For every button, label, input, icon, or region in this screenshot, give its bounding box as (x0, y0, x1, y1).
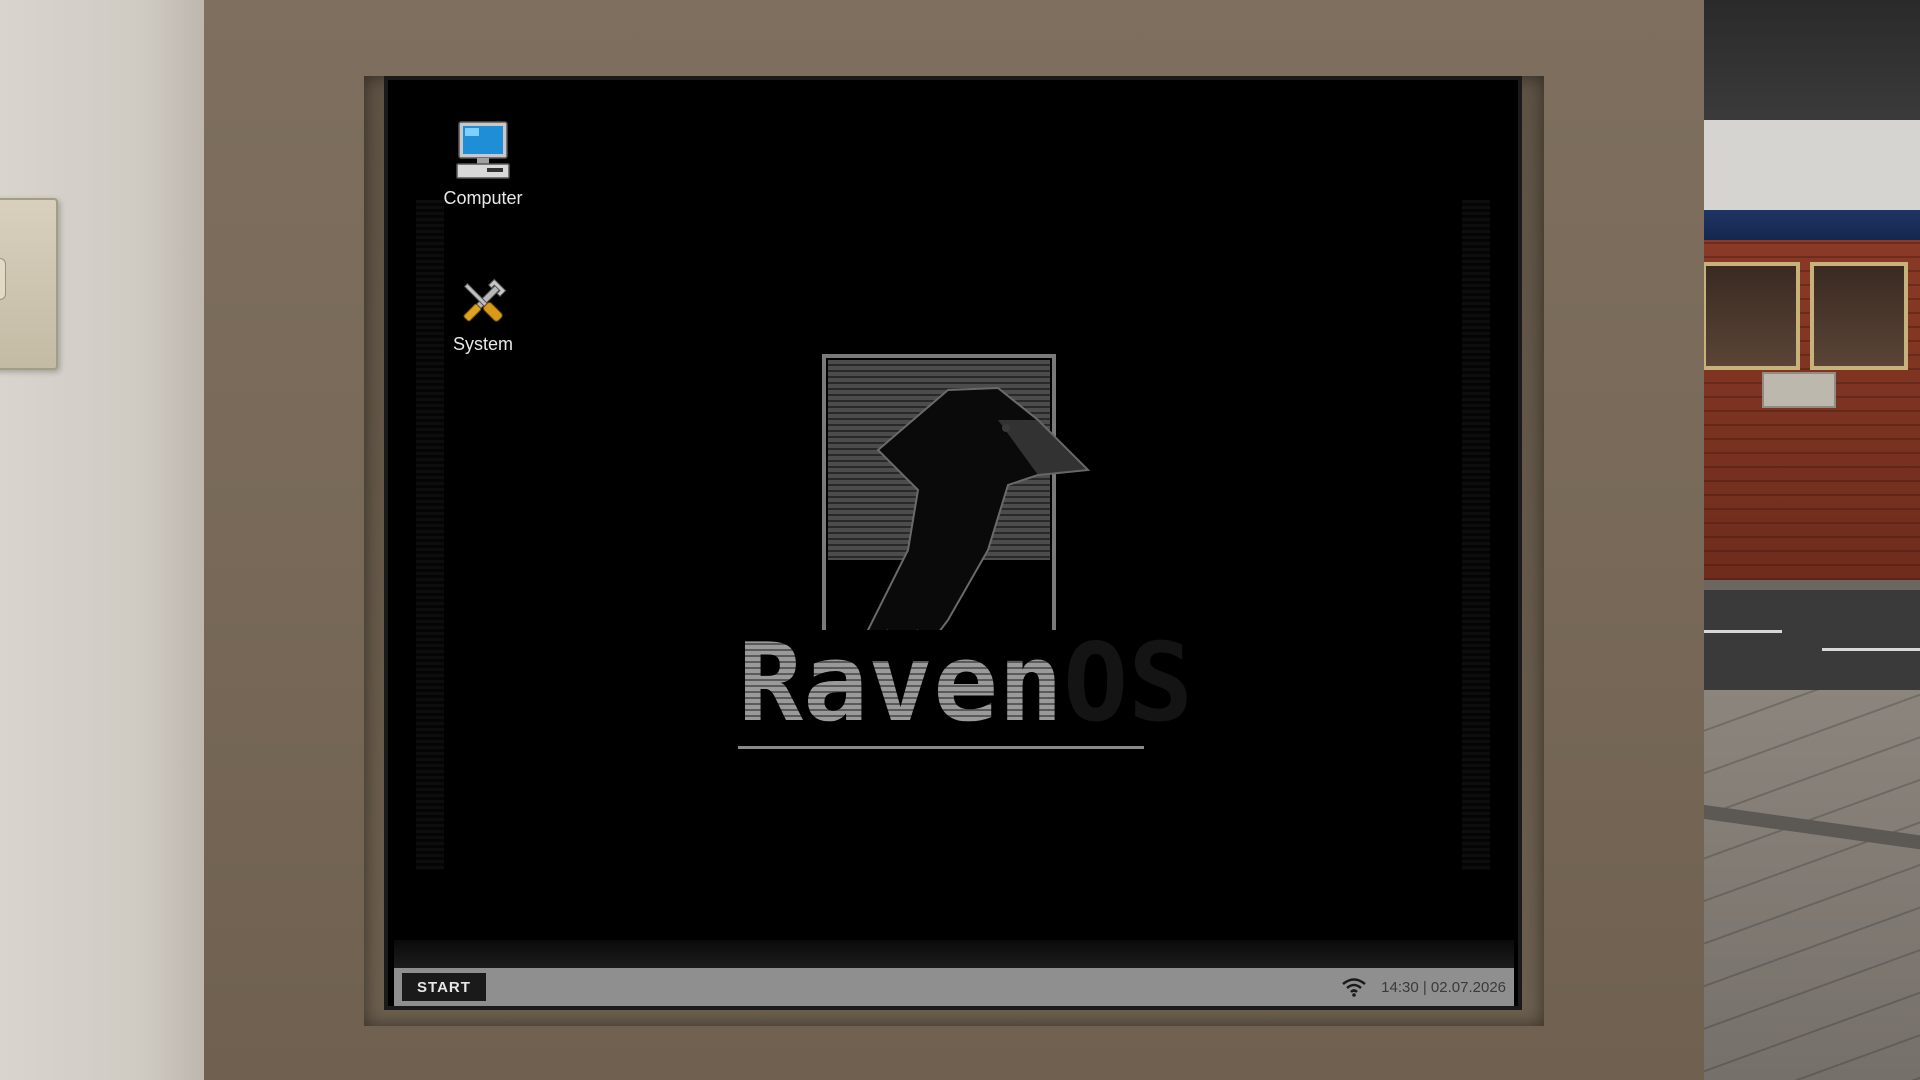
building-overhang (1702, 0, 1920, 130)
road (1702, 590, 1920, 690)
desktop-icon-computer[interactable]: Computer (428, 120, 538, 209)
monitor-screen: Computer System RavenOS START 14:30 | 02… (388, 80, 1518, 1006)
switch-toggle (0, 258, 6, 300)
street-view (1702, 0, 1920, 1080)
desktop-icon-system[interactable]: System (428, 274, 538, 355)
tools-icon (463, 278, 507, 322)
logo-word-raven: Raven (738, 621, 1064, 746)
logo-word-os: OS (1063, 621, 1194, 746)
building-window (1702, 262, 1800, 370)
start-button[interactable]: START (402, 973, 486, 1001)
building-window (1810, 262, 1908, 370)
desktop-icon-label: System (452, 334, 513, 354)
system-tray: 14:30 | 02.07.2026 (1341, 977, 1506, 997)
logo-underline (738, 746, 1144, 749)
lane-marking (1822, 648, 1920, 651)
ravenos-logo: RavenOS (738, 270, 1193, 770)
taskbar-shadow (394, 940, 1514, 968)
sidewalk (1702, 690, 1920, 1080)
raven-logo-icon (822, 354, 1091, 708)
desktop-icon-label: Computer (443, 188, 523, 208)
computer-icon (456, 121, 510, 179)
taskbar: START 14:30 | 02.07.2026 (394, 968, 1514, 1006)
air-conditioner (1762, 372, 1836, 408)
taskbar-clock: 14:30 | 02.07.2026 (1381, 978, 1506, 996)
game-scene: Computer System RavenOS START 14:30 | 02… (0, 0, 1920, 1080)
logo-wordmark: RavenOS (738, 630, 1193, 738)
wifi-icon[interactable] (1341, 977, 1367, 997)
building-facade (1702, 120, 1920, 215)
room-wall (0, 0, 205, 1080)
building-awning (1702, 210, 1920, 240)
lane-marking (1702, 630, 1782, 633)
light-switch (0, 198, 58, 370)
screen-scanline-rail (1462, 200, 1490, 870)
